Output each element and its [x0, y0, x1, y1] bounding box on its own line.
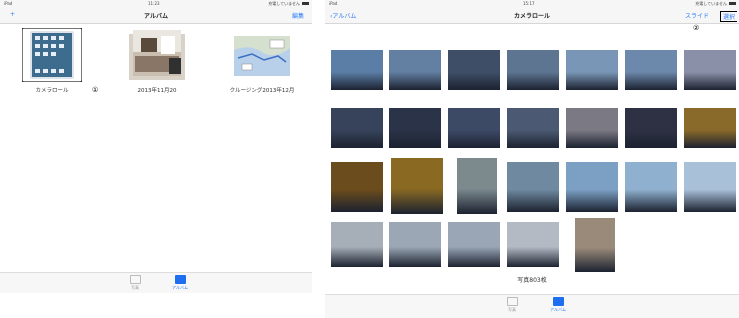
photo-thumbnail[interactable]	[331, 222, 383, 267]
nav-bar: ‹アルバム カメラロール スライド 選択	[325, 8, 739, 24]
album-thumbnail	[234, 36, 290, 76]
clock: 11:23	[148, 1, 160, 6]
battery-icon	[302, 2, 309, 5]
photo-thumbnail[interactable]	[566, 162, 618, 212]
photo-thumbnail[interactable]	[625, 50, 677, 90]
tab-bar: 写真 アルバム	[0, 272, 312, 293]
tab-label: アルバム	[172, 285, 188, 290]
carrier-label: iPad	[329, 1, 338, 6]
photo-thumbnail[interactable]	[566, 108, 618, 148]
page-title: カメラロール	[513, 13, 550, 20]
camera-roll-screen: iPad 15:17 充電していません ‹アルバム カメラロール スライド 選択…	[325, 0, 739, 318]
photo-thumbnail[interactable]	[625, 108, 677, 148]
tab-photos[interactable]: 写真	[497, 297, 527, 313]
photo-thumbnail[interactable]	[389, 108, 441, 148]
photo-thumbnail[interactable]	[331, 108, 383, 148]
edit-button[interactable]: 編集	[292, 11, 304, 20]
photo-thumbnail[interactable]	[684, 108, 736, 148]
photo-thumbnail[interactable]	[566, 50, 618, 90]
battery-icon	[729, 2, 736, 5]
photo-thumbnail[interactable]	[448, 50, 500, 90]
photo-thumbnail[interactable]	[331, 50, 383, 90]
photo-thumbnail[interactable]	[448, 222, 500, 267]
photo-thumbnail[interactable]	[507, 222, 559, 267]
select-button[interactable]: 選択	[719, 11, 737, 22]
albums-tab-icon	[552, 297, 564, 306]
albums-screen: iPad 11:23 充電していません + アルバム 編集 カメラロール ① 2…	[0, 0, 312, 298]
tab-bar: 写真 アルバム	[325, 294, 739, 318]
annotation-marker-2: ②	[693, 24, 700, 32]
carrier-label: iPad	[4, 1, 13, 6]
album-thumbnail	[22, 28, 82, 82]
annotation-marker-1: ①	[92, 86, 99, 94]
photo-thumbnail[interactable]	[575, 218, 615, 272]
tab-photos[interactable]: 写真	[120, 275, 150, 291]
tab-albums[interactable]: アルバム	[543, 297, 573, 313]
album-thumbnail	[129, 30, 185, 80]
photo-thumbnail[interactable]	[507, 108, 559, 148]
photo-thumbnail[interactable]	[625, 162, 677, 212]
photo-thumbnail[interactable]	[457, 158, 497, 214]
photo-thumbnail[interactable]	[389, 222, 441, 267]
page-title: アルバム	[144, 13, 168, 20]
photos-tab-icon	[506, 297, 518, 306]
status-bar: iPad 11:23 充電していません	[0, 0, 312, 8]
photo-thumbnail[interactable]	[684, 50, 736, 90]
photo-thumbnail[interactable]	[389, 50, 441, 90]
charging-status: 充電していません	[695, 1, 727, 6]
photo-thumbnail[interactable]	[684, 162, 736, 212]
albums-tab-icon	[174, 275, 186, 284]
album-label: カメラロール	[35, 88, 69, 94]
clock: 15:17	[523, 1, 535, 6]
tab-label: 写真	[508, 307, 516, 312]
photo-thumbnail[interactable]	[391, 158, 443, 214]
photo-thumbnail[interactable]	[507, 50, 559, 90]
photo-count: 写真803枚	[517, 277, 547, 284]
tab-label: アルバム	[550, 307, 566, 312]
photo-thumbnail[interactable]	[507, 162, 559, 212]
photo-thumbnail[interactable]	[448, 108, 500, 148]
status-bar: iPad 15:17 充電していません	[325, 0, 739, 8]
charging-status: 充電していません	[268, 1, 300, 6]
slideshow-button[interactable]: スライド	[685, 11, 709, 20]
photos-tab-icon	[129, 275, 141, 284]
nav-bar: + アルバム 編集	[0, 8, 312, 24]
photo-thumbnail[interactable]	[331, 162, 383, 212]
album-label: クルージング2013年12月	[229, 88, 295, 94]
tab-albums[interactable]: アルバム	[165, 275, 195, 291]
tab-label: 写真	[131, 285, 139, 290]
album-label: 2013年11月20	[137, 88, 177, 94]
